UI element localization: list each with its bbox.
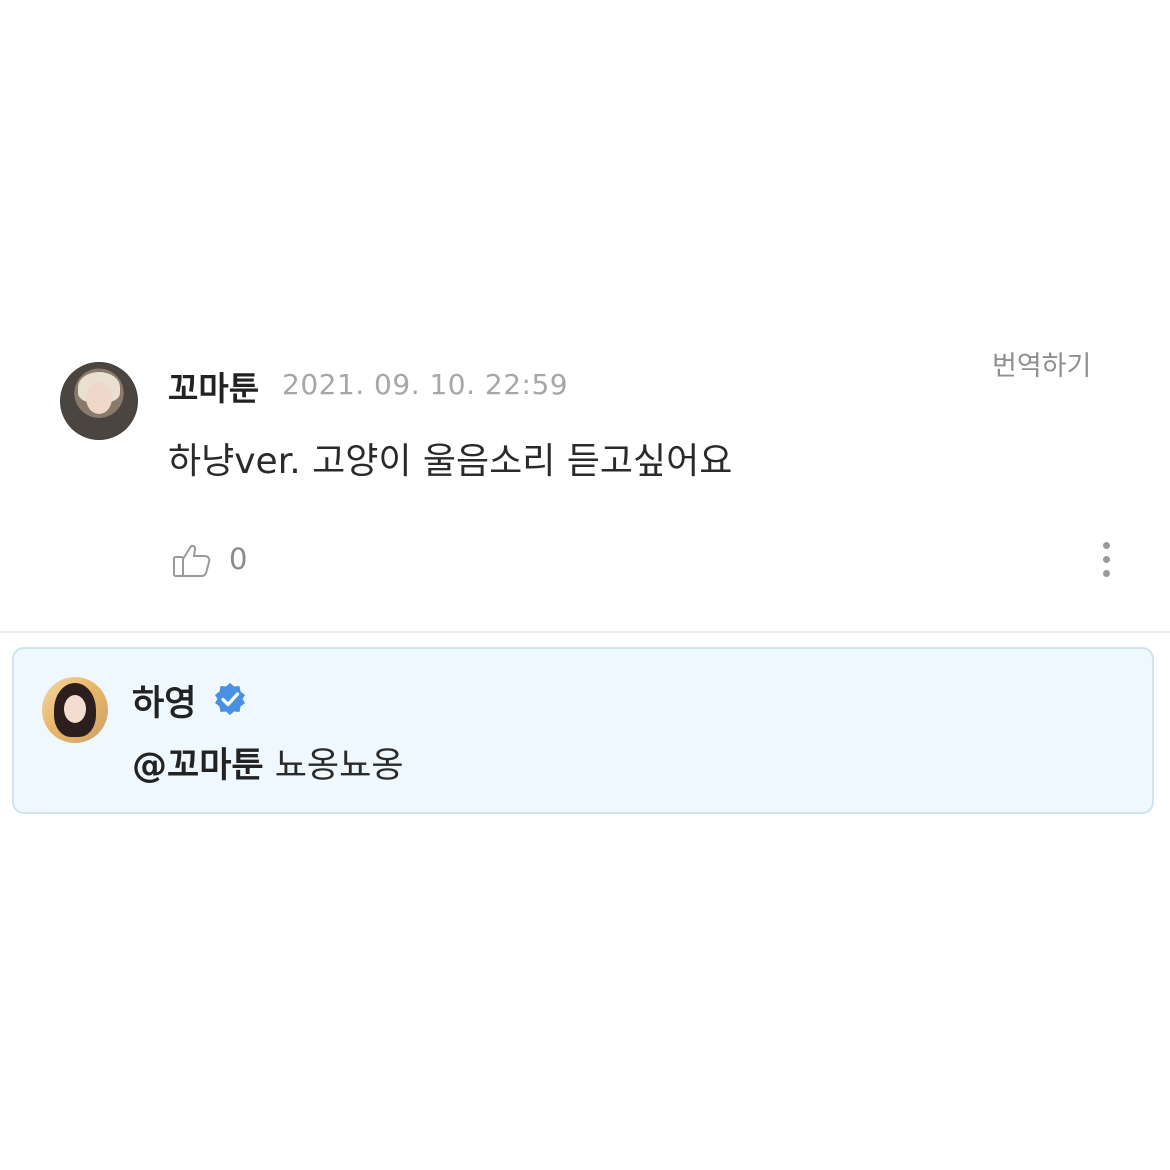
- verified-badge-icon: [212, 681, 248, 717]
- translate-button[interactable]: 번역하기: [992, 344, 1091, 383]
- divider: [0, 631, 1170, 633]
- avatar-face: [86, 382, 112, 414]
- reply-author[interactable]: 하영: [132, 675, 196, 726]
- avatar[interactable]: [60, 362, 138, 440]
- comment-text: 하냥ver. 고양이 울음소리 듣고싶어요: [168, 441, 733, 482]
- more-vertical-icon: [1096, 542, 1116, 577]
- like-count: 0: [229, 542, 248, 576]
- thumbs-up-icon: [173, 544, 211, 577]
- like-button[interactable]: [170, 538, 214, 582]
- comment-page: 꼬마툰 2021. 09. 10. 22:59 번역하기 하냥ver. 고양이 …: [0, 0, 1170, 1170]
- reply-text: @꼬마툰 뇨옹뇨옹: [132, 737, 404, 788]
- reply: 하영 @꼬마툰 뇨옹뇨옹: [12, 647, 1154, 814]
- avatar-face: [64, 695, 86, 723]
- comment-author[interactable]: 꼬마툰: [168, 362, 259, 410]
- comment-timestamp: 2021. 09. 10. 22:59: [282, 368, 569, 401]
- more-options-button[interactable]: [1096, 542, 1116, 582]
- mention-link[interactable]: @꼬마툰: [132, 746, 264, 786]
- reply-message: 뇨옹뇨옹: [263, 746, 404, 786]
- reply-avatar[interactable]: [42, 677, 108, 743]
- comment: 꼬마툰 2021. 09. 10. 22:59 번역하기 하냥ver. 고양이 …: [0, 340, 1170, 632]
